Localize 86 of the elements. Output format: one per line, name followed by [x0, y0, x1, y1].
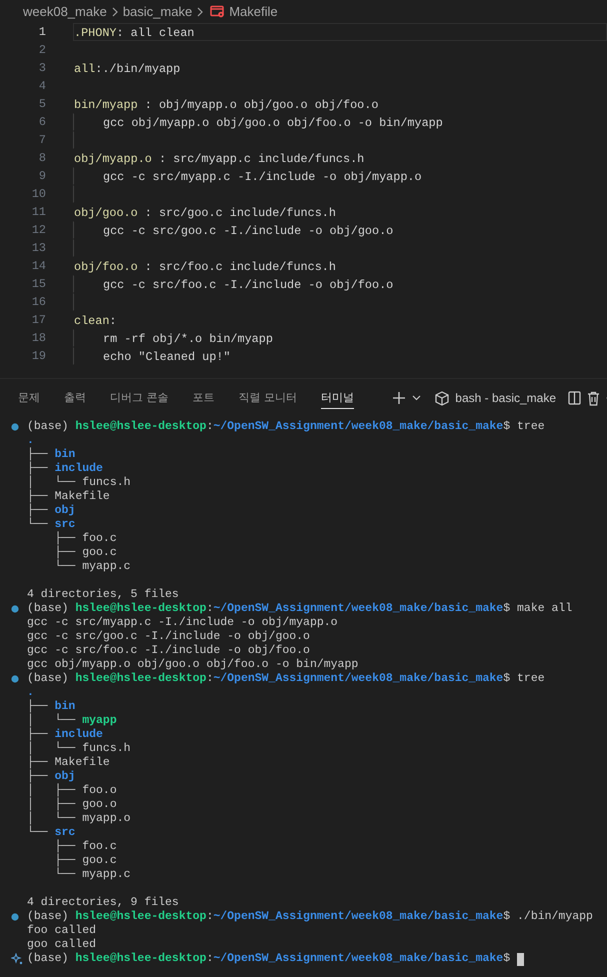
tree-line: ├── obj — [27, 770, 76, 783]
tree-line: ├── bin — [27, 448, 76, 461]
line-number: 7 — [38, 133, 46, 147]
line-number: 13 — [30, 241, 46, 255]
tree-line: │ └── myapp.o — [27, 812, 131, 825]
line-number: 14 — [30, 259, 46, 273]
panel-tab[interactable]: 직렬 모니터 — [238, 388, 297, 408]
tree-line: ├── obj — [27, 504, 76, 517]
gear-file-icon — [210, 5, 226, 18]
chevron-down-icon[interactable] — [412, 395, 422, 401]
breadcrumb-item[interactable]: basic_make — [122, 4, 192, 19]
tree-line: │ └── funcs.h — [27, 476, 131, 489]
terminal-name[interactable]: bash - basic_make — [455, 391, 556, 405]
tree-line: │ ├── goo.o — [27, 798, 117, 811]
tree-line: ├── goo.c — [54, 546, 117, 559]
output-line: goo called — [27, 938, 96, 952]
code-line: gcc obj/myapp.o obj/goo.o obj/foo.o -o bin/myapp — [73, 113, 607, 131]
tree-line: ├── Makefile — [27, 490, 110, 503]
output-line: gcc -c src/goo.c -I./include -o obj/goo.o — [27, 630, 310, 644]
tree-line: ├── bin — [27, 700, 76, 713]
output-line: 4 directories, 5 files — [27, 588, 179, 602]
code-line: bin/myapp : obj/myapp.o obj/goo.o obj/foo.o — [73, 97, 380, 113]
split-icon[interactable] — [568, 391, 581, 405]
panel-tab[interactable]: 출력 — [64, 388, 86, 408]
tree-line: │ ├── foo.o — [27, 784, 117, 797]
tree-line: └── src — [27, 826, 76, 839]
line-number: 1 — [38, 25, 46, 39]
code-line: clean: — [73, 313, 118, 329]
code-line: echo "Cleaned up!" — [73, 347, 607, 365]
code-line: gcc -c src/goo.c -I./include -o obj/goo.o — [73, 221, 607, 239]
tree-line: ├── include — [27, 462, 103, 475]
code-line: gcc -c src/foo.c -I./include -o obj/foo.o — [73, 275, 607, 293]
panel-tab[interactable]: 문제 — [18, 388, 40, 408]
line-number: 2 — [38, 43, 46, 57]
tree-line: ├── foo.c — [54, 840, 117, 853]
plus-icon[interactable] — [392, 391, 406, 405]
line-number: 5 — [38, 97, 46, 111]
panel-tab[interactable]: 포트 — [192, 388, 214, 408]
code-line: rm -rf obj/*.o bin/myapp — [73, 329, 607, 347]
breadcrumb-item[interactable]: week08_make — [23, 4, 107, 19]
breadcrumb-item[interactable]: Makefile — [229, 4, 278, 19]
code-line: all:./bin/myapp — [73, 61, 182, 77]
output-line: foo called — [27, 924, 96, 938]
line-number: 8 — [38, 151, 46, 165]
output-line: gcc obj/myapp.o obj/goo.o obj/foo.o -o bin/myapp — [27, 658, 358, 672]
prompt-line: (base) hslee@hslee-desktop:~/OpenSW_Assignment/week08_make/basic_make$ tree — [27, 420, 545, 434]
line-number: 6 — [38, 115, 46, 129]
panel-tab[interactable]: 디버그 콘솔 — [110, 388, 168, 408]
tree-line: . — [27, 434, 34, 447]
output-line: gcc -c src/foo.c -I./include -o obj/foo.o — [27, 644, 310, 658]
line-number: 10 — [30, 187, 46, 201]
line-number: 4 — [38, 79, 46, 93]
tree-line: └── myapp.c — [54, 560, 131, 574]
tree-line: ├── Makefile — [27, 756, 110, 769]
line-number: 17 — [30, 313, 46, 327]
tree-line: └── src — [27, 518, 76, 531]
chevron-right-icon — [110, 6, 119, 16]
trash-icon[interactable] — [587, 390, 600, 406]
line-number: 16 — [30, 295, 46, 309]
prompt-line: (base) hslee@hslee-desktop:~/OpenSW_Assignment/week08_make/basic_make$ make all — [27, 602, 572, 616]
tree-line: . — [27, 686, 34, 699]
cube-icon — [435, 390, 450, 406]
panel-tab[interactable]: 터미널 — [321, 388, 354, 408]
line-number: 11 — [30, 205, 46, 219]
prompt-line: (base) hslee@hslee-desktop:~/OpenSW_Assignment/week08_make/basic_make$ — [27, 952, 510, 966]
prompt-line: (base) hslee@hslee-desktop:~/OpenSW_Assignment/week08_make/basic_make$ ./bin/myapp — [27, 910, 593, 924]
line-number: 15 — [30, 277, 46, 291]
tree-line: ├── goo.c — [54, 854, 117, 867]
code-line: gcc -c src/myapp.c -I./include -o obj/myapp.o — [73, 167, 607, 185]
line-number: 12 — [30, 223, 46, 237]
tree-line: ├── foo.c — [54, 532, 117, 545]
code-line: obj/goo.o : src/goo.c include/funcs.h — [73, 205, 337, 221]
output-line: 4 directories, 9 files — [27, 896, 179, 910]
prompt-line: (base) hslee@hslee-desktop:~/OpenSW_Assignment/week08_make/basic_make$ tree — [27, 672, 545, 686]
line-number: 19 — [30, 349, 46, 363]
code-line: obj/foo.o : src/foo.c include/funcs.h — [73, 259, 337, 275]
tree-line: ├── include — [27, 728, 103, 741]
line-number: 3 — [38, 61, 46, 75]
code-line: obj/myapp.o : src/myapp.c include/funcs.h — [73, 151, 366, 167]
output-line: gcc -c src/myapp.c -I./include -o obj/myapp.o — [27, 616, 338, 630]
tree-line: └── myapp.c — [54, 868, 131, 882]
chevron-right-icon — [196, 6, 204, 16]
line-number: 18 — [30, 331, 46, 345]
line-number: 9 — [38, 169, 46, 183]
tree-line: │ └── funcs.h — [27, 742, 131, 755]
tree-line: │ └── myapp — [27, 714, 117, 727]
